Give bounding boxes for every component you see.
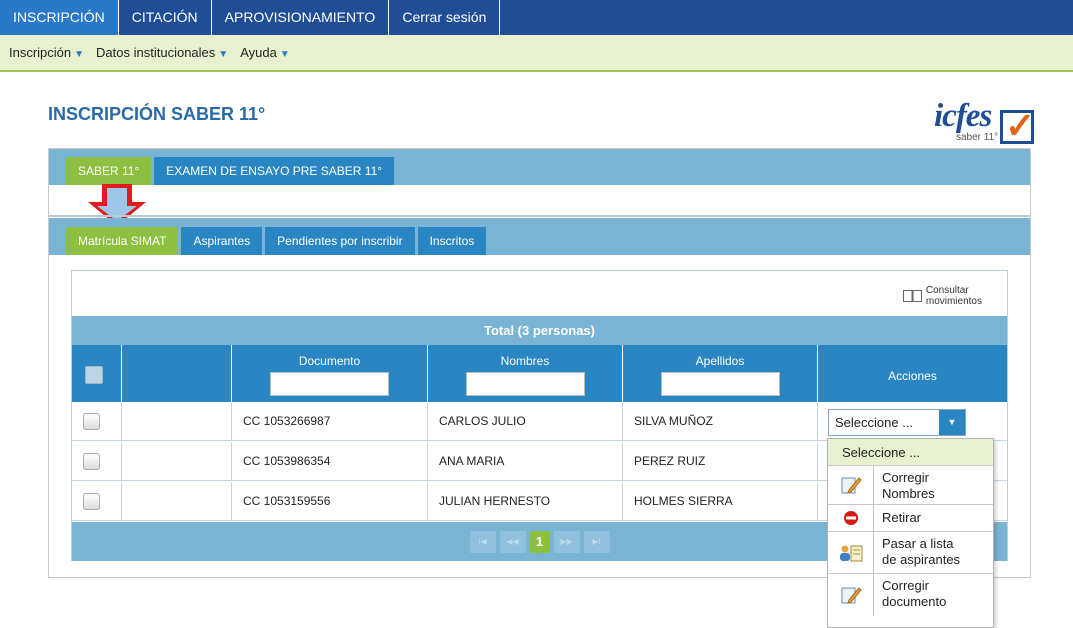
row-checkbox[interactable]: [83, 413, 100, 430]
tab-aspirantes[interactable]: Aspirantes: [181, 227, 263, 255]
edit-icon: [828, 466, 874, 504]
header-documento-label: Documento: [298, 354, 361, 368]
dropdown-option-retirar[interactable]: Retirar: [828, 505, 993, 532]
logo-check-box: ✓: [1000, 105, 1035, 146]
last-page-button[interactable]: ▶I: [583, 530, 610, 553]
menu-datos-institucionales[interactable]: Datos institucionales ▼: [96, 45, 228, 60]
header-nombres-label: Nombres: [500, 354, 550, 368]
chevron-down-icon: ▼: [74, 49, 85, 60]
consult-line2: movimientos: [925, 296, 982, 307]
topnav-citacion[interactable]: CITACIÓN: [119, 0, 212, 35]
topnav-aprovisionamiento[interactable]: APROVISIONAMIENTO: [212, 0, 390, 35]
option-line1: Corregir: [882, 470, 929, 485]
logo-sub: saber 11°: [956, 132, 999, 143]
tab-inscritos[interactable]: Inscritos: [417, 227, 487, 255]
chevron-down-icon[interactable]: ▼: [939, 410, 965, 435]
select-all-checkbox[interactable]: [85, 366, 103, 384]
divider: [49, 215, 1030, 217]
row-checkbox-cell: [72, 482, 122, 521]
apellidos-filter-input[interactable]: [661, 372, 780, 396]
row-documento: CC 1053266987: [232, 402, 428, 441]
row-checkbox[interactable]: [83, 453, 100, 470]
header-acciones: Acciones: [818, 345, 1007, 402]
chevron-down-icon: ▼: [279, 49, 290, 60]
nombres-filter-input[interactable]: [466, 372, 585, 396]
movements-icon: [902, 290, 922, 302]
header-empty-col: [122, 345, 232, 402]
sub-tabs: Matrícula SIMAT Aspirantes Pendientes po…: [49, 218, 1030, 255]
row-checkbox-cell: [72, 402, 122, 441]
acciones-select-value: Seleccione ...: [835, 415, 914, 430]
header-apellidos: Apellidos: [623, 345, 818, 402]
option-line2: de aspirantes: [882, 552, 961, 567]
tab-matricula-simat[interactable]: Matrícula SIMAT: [66, 227, 179, 255]
consult-label: Consultar movimientos: [926, 285, 982, 307]
menu-ayuda-label: Ayuda: [240, 45, 277, 60]
users-list-icon: [828, 532, 874, 573]
tab-pendientes[interactable]: Pendientes por inscribir: [265, 227, 415, 255]
first-page-button[interactable]: I◀: [469, 530, 496, 553]
option-label: Corregir Nombres: [874, 466, 943, 504]
option-line1: Pasar a lista: [882, 536, 954, 551]
remove-icon: [828, 505, 874, 531]
row-apellidos: HOLMES SIERRA: [623, 482, 818, 521]
row-checkbox[interactable]: [83, 493, 100, 510]
row-nombres: ANA MARIA: [428, 442, 623, 481]
topnav-inscripcion[interactable]: INSCRIPCIÓN: [0, 0, 119, 35]
row-documento: CC 1053159556: [232, 482, 428, 521]
menu-inscripcion[interactable]: Inscripción ▼: [9, 45, 84, 60]
dropdown-option-pasar-aspirantes[interactable]: Pasar a lista de aspirantes: [828, 532, 993, 574]
dropdown-option-corregir-documento[interactable]: Corregir documento: [828, 574, 993, 616]
dropdown-option-seleccione[interactable]: Seleccione ...: [828, 439, 993, 466]
row-empty-cell: [122, 442, 232, 481]
dropdown-option-corregir-nombres[interactable]: Corregir Nombres: [828, 466, 993, 505]
consultar-movimientos-button[interactable]: Consultar movimientos: [902, 285, 982, 307]
option-label: Pasar a lista de aspirantes: [874, 532, 968, 573]
menu-inscripcion-label: Inscripción: [9, 45, 72, 60]
prev-page-button[interactable]: ◀◀: [499, 530, 526, 553]
page-title: INSCRIPCIÓN SABER 11°: [48, 104, 266, 124]
sub-nav: Inscripción ▼ Datos institucionales ▼ Ayud…: [0, 35, 1073, 72]
option-label: Retirar: [882, 510, 922, 525]
header-apellidos-label: Apellidos: [695, 354, 745, 368]
total-count: Total (3 personas): [72, 316, 1007, 345]
table-header: Documento Nombres Apellidos Acciones: [72, 345, 1007, 402]
row-documento: CC 1053986354: [232, 442, 428, 481]
acciones-select[interactable]: Seleccione ... ▼: [828, 409, 966, 436]
menu-datos-label: Datos institucionales: [96, 45, 216, 60]
tab-examen-ensayo[interactable]: EXAMEN DE ENSAYO PRE SABER 11°: [154, 157, 395, 185]
header-nombres: Nombres: [428, 345, 623, 402]
logo-brand: icfes: [934, 98, 992, 134]
row-apellidos: SILVA MUÑOZ: [623, 402, 818, 441]
row-nombres: CARLOS JULIO: [428, 402, 623, 441]
check-icon: ✓: [1005, 105, 1036, 146]
row-empty-cell: [122, 482, 232, 521]
tab-saber-11[interactable]: SABER 11°: [66, 157, 152, 185]
option-line2: Nombres: [882, 486, 935, 501]
next-page-button[interactable]: ▶▶: [553, 530, 580, 553]
row-checkbox-cell: [72, 442, 122, 481]
option-label: Corregir documento: [874, 574, 954, 616]
row-nombres: JULIAN HERNESTO: [428, 482, 623, 521]
row-empty-cell: [122, 402, 232, 441]
acciones-dropdown: Seleccione ... Corregir Nombres Retirar P…: [827, 438, 994, 628]
option-line1: Corregir: [882, 578, 929, 593]
icfes-logo: icfes saber 11° ✓: [928, 98, 1035, 148]
documento-filter-input[interactable]: [270, 372, 389, 396]
header-documento: Documento: [232, 345, 428, 402]
option-line2: documento: [882, 594, 947, 609]
header-checkbox-col: [72, 345, 122, 402]
current-page[interactable]: 1: [529, 530, 550, 553]
consult-line1: Consultar: [925, 285, 969, 296]
top-nav: INSCRIPCIÓN CITACIÓN APROVISIONAMIENTO C…: [0, 0, 1073, 35]
topnav-cerrar-sesion[interactable]: Cerrar sesión: [389, 0, 501, 35]
header-acciones-label: Acciones: [888, 369, 937, 383]
menu-ayuda[interactable]: Ayuda ▼: [240, 45, 290, 60]
chevron-down-icon: ▼: [218, 49, 229, 60]
exam-tabs: SABER 11° EXAMEN DE ENSAYO PRE SABER 11°: [49, 149, 1030, 185]
edit-icon: [828, 574, 874, 616]
row-apellidos: PEREZ RUIZ: [623, 442, 818, 481]
